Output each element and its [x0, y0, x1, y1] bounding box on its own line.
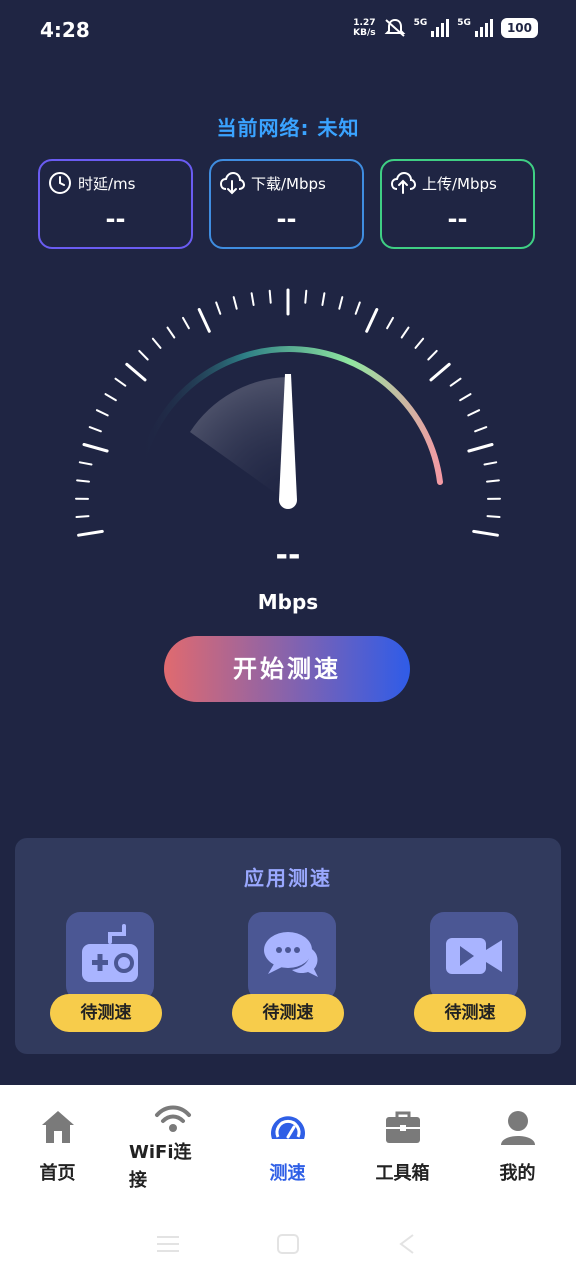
tab-speedtest[interactable]: 测速 [230, 1085, 345, 1205]
upload-value: -- [447, 205, 468, 233]
chat-icon [264, 932, 318, 977]
gauge-tick [114, 377, 127, 387]
gauge-tick [215, 301, 222, 315]
gauge-tick [75, 515, 90, 518]
tab-mine[interactable]: 我的 [460, 1085, 575, 1205]
app-test-video[interactable]: 待测速 [414, 912, 526, 1032]
user-icon [500, 1111, 535, 1145]
gauge-tick [268, 289, 272, 304]
network-speed-indicator: 1.27 KB/s [353, 18, 376, 38]
sim2-signal-icon [474, 19, 493, 37]
app-test-chat-status: 待测速 [232, 994, 344, 1032]
wifi-icon [154, 1105, 191, 1132]
toolbox-icon [385, 1111, 420, 1143]
latency-card: 时延/ms -- [38, 159, 193, 249]
home-nav-icon[interactable] [277, 1234, 299, 1254]
status-icons: 1.27 KB/s 5G 5G 100 [353, 18, 538, 38]
gauge-tick [78, 461, 93, 466]
gauge-tick [232, 296, 238, 310]
app-speed-title: 应用测速 [244, 866, 332, 890]
gauge-tick [88, 426, 102, 433]
gauge-tick [386, 316, 394, 330]
speed-gauge [75, 288, 501, 537]
upload-label: 上传/Mbps [422, 174, 497, 193]
gauge-tick [486, 479, 500, 483]
gamepad-icon [82, 924, 138, 982]
current-network-title: 当前网络: 未知 [216, 116, 360, 140]
gauge-tick [138, 349, 149, 361]
tab-toolbox[interactable]: 工具箱 [345, 1085, 460, 1205]
gauge-tick [400, 326, 410, 339]
gauge-tick [472, 529, 499, 537]
gauge-tick [467, 443, 494, 453]
app-test-video-status: 待测速 [414, 994, 526, 1032]
gauge-tick [82, 443, 109, 453]
gauge-tick [338, 296, 344, 310]
sim1-signal-icon [431, 19, 450, 37]
gauge-tick [95, 409, 109, 417]
sim1-network-type: 5G [413, 18, 428, 28]
gauge-tick [125, 362, 147, 382]
tab-mine-label: 我的 [499, 1163, 536, 1184]
gauge-tick [304, 289, 308, 304]
cloud-upload-icon [390, 171, 416, 194]
start-test-button[interactable]: 开始测速 [164, 636, 410, 702]
gauge-tick [182, 316, 190, 330]
gauge-tick [429, 362, 451, 382]
gauge-tick [151, 337, 162, 349]
tab-home-label: 首页 [39, 1163, 76, 1184]
tab-home[interactable]: 首页 [0, 1085, 115, 1205]
tab-wifi-label: WiFi连接 [129, 1142, 192, 1191]
status-time: 4:28 [40, 18, 90, 42]
gauge-tick [77, 529, 104, 537]
upload-card: 上传/Mbps -- [380, 159, 535, 249]
gauge-tick [166, 326, 176, 339]
tab-speedtest-label: 测速 [269, 1163, 306, 1184]
tab-wifi[interactable]: WiFi连接 [115, 1085, 230, 1205]
back-icon[interactable] [399, 1234, 414, 1254]
gauge-tick [486, 515, 501, 518]
download-value: -- [276, 205, 297, 233]
clock-icon [49, 172, 71, 194]
gauge-tick [427, 349, 438, 361]
gauge-tick [250, 292, 255, 306]
latency-label: 时延/ms [78, 174, 136, 193]
speed-unit: Mbps [257, 590, 319, 614]
gauge-tick [321, 292, 326, 306]
speed-value: -- [275, 538, 301, 573]
app-test-game[interactable]: 待测速 [50, 912, 162, 1032]
gauge-sweep [190, 377, 288, 502]
system-nav-bar [157, 1234, 414, 1254]
gauge-tick [483, 461, 498, 466]
gauge-tick [474, 426, 488, 433]
battery-icon: 100 [500, 18, 538, 38]
tab-toolbox-label: 工具箱 [375, 1163, 430, 1184]
latency-value: -- [105, 205, 126, 233]
download-card: 下载/Mbps -- [209, 159, 364, 249]
recent-apps-icon[interactable] [157, 1236, 179, 1252]
mute-icon [384, 18, 406, 37]
gauge-tick [104, 393, 117, 402]
gauge-tick [365, 308, 379, 333]
gauge-tick [459, 393, 472, 402]
app-test-chat[interactable]: 待测速 [232, 912, 344, 1032]
app-test-game-status: 待测速 [50, 994, 162, 1032]
app-speed-panel: 应用测速 待测速 待测速 待测速 [15, 838, 561, 1054]
home-icon [41, 1111, 74, 1143]
gauge-tick [76, 479, 90, 483]
gauge-tick [354, 301, 361, 315]
speedometer-icon [270, 1116, 305, 1139]
download-label: 下载/Mbps [251, 174, 326, 193]
gauge-tick [449, 377, 462, 387]
gauge-tick [467, 409, 481, 417]
gauge-tick [414, 337, 425, 349]
gauge-tick [197, 308, 211, 333]
sim2-network-type: 5G [457, 18, 471, 28]
video-icon [446, 938, 502, 974]
status-bar: 4:28 1.27 KB/s 5G 5G 100 [0, 0, 576, 62]
cloud-download-icon [219, 171, 245, 195]
